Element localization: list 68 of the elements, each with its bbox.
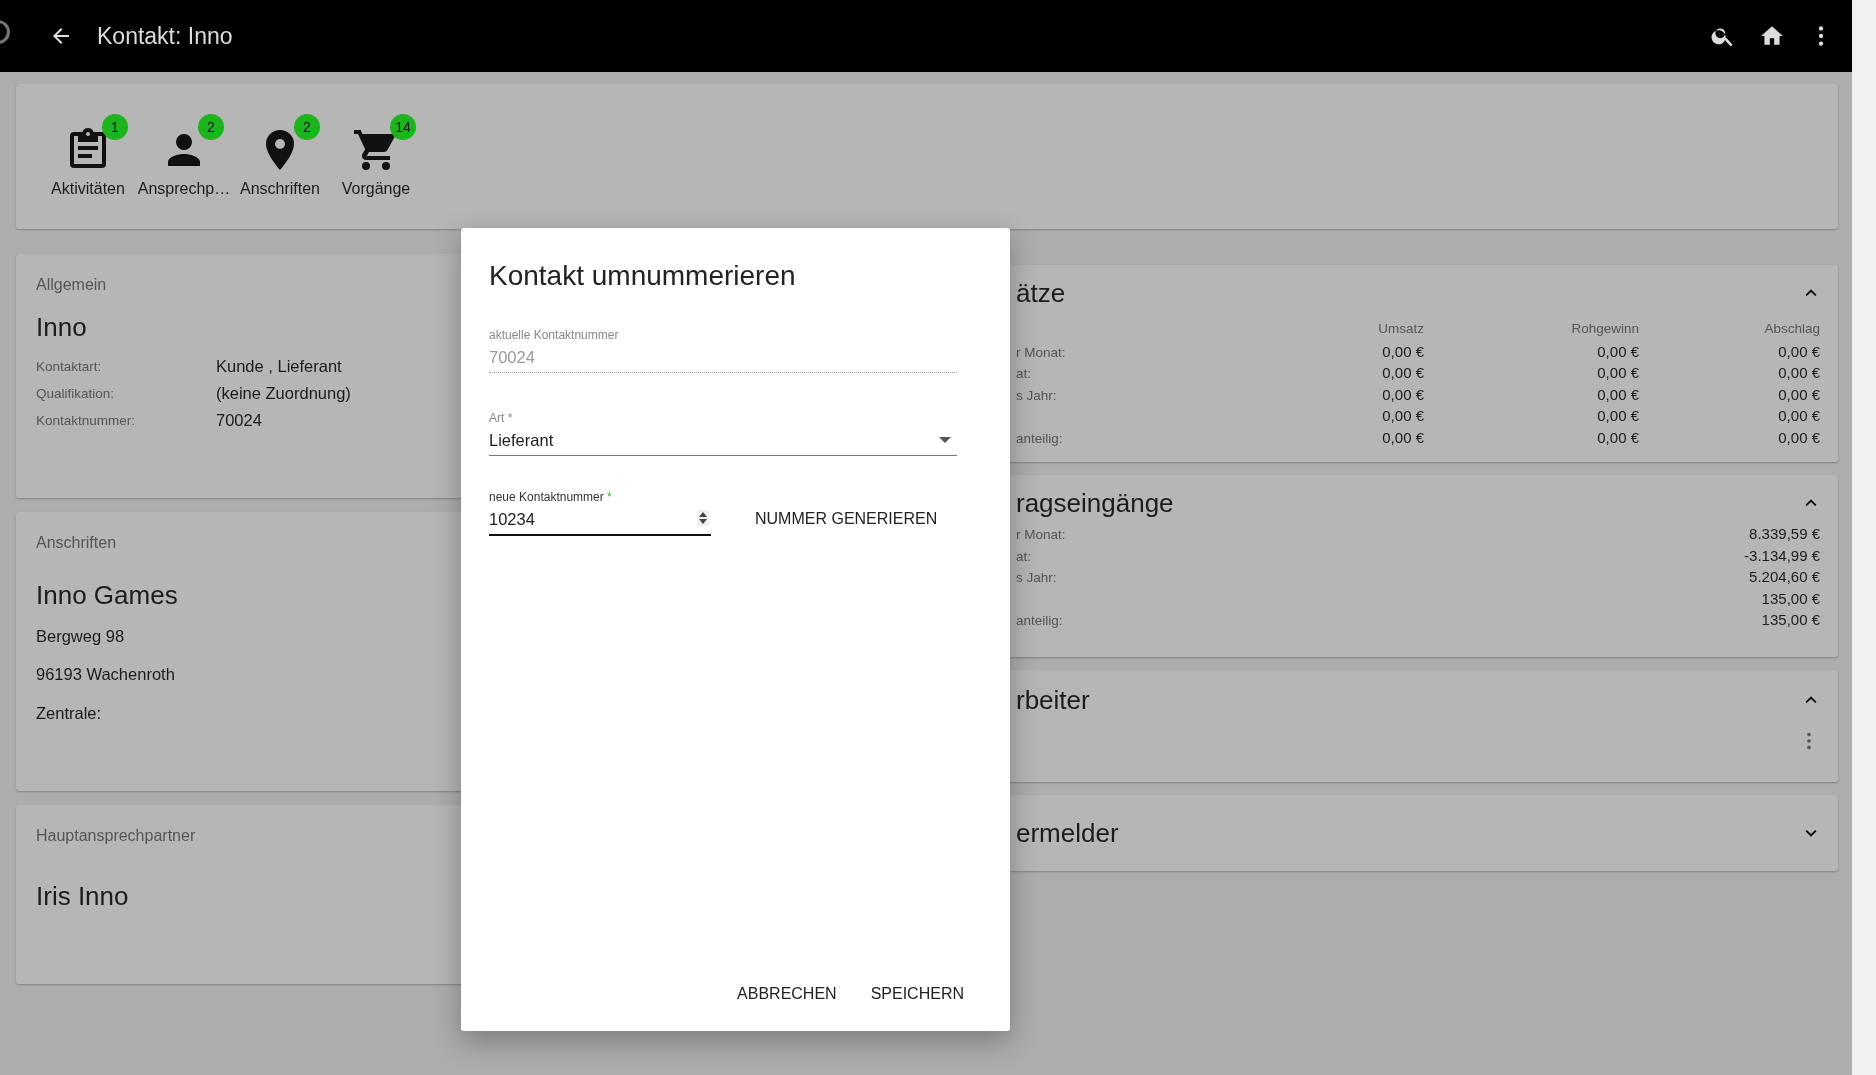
section-heading: Hauptansprechpartner [36, 827, 197, 845]
shortcut-button[interactable]: 1 Aktivitäten [40, 114, 136, 229]
dropdown-arrow-icon [939, 437, 951, 443]
contact-name: Inno [36, 312, 88, 343]
type-select[interactable]: Art * Lieferant [489, 411, 957, 456]
field-value: 70024 [216, 411, 262, 430]
page-title: Kontakt: Inno [97, 22, 233, 50]
row-label: anteilig: [1016, 430, 1063, 446]
table-cell: -3.134,99 € [1744, 546, 1820, 564]
table-cell: 135,00 € [1761, 611, 1820, 628]
field-label: Kontaktnummer: [36, 413, 137, 428]
column-header: Rohgewinn [1570, 321, 1639, 338]
count-badge: 1 [102, 114, 128, 140]
table-cell: 0,00 € [1597, 407, 1639, 424]
generate-number-button[interactable]: NUMMER GENERIEREN [745, 502, 948, 536]
table-cell: 135,00 € [1761, 589, 1820, 607]
current-number-field: aktuelle Kontaktnummer 70024 [489, 328, 957, 373]
table-cell: 8.339,59 € [1749, 525, 1820, 542]
shortcut-button[interactable]: 2 Anschriften [232, 114, 328, 229]
field-value: (keine Zuordnung) [216, 384, 351, 403]
table-cell: 0,00 € [1597, 364, 1639, 381]
contact-name: Iris Inno [36, 881, 130, 912]
panel-title: rbeiter [1016, 684, 1090, 716]
section-heading: Anschriften [36, 534, 118, 552]
address-line: Bergweg 98 [36, 625, 126, 647]
field-label: Qualifikation: [36, 386, 116, 401]
table-cell: 5.204,60 € [1749, 568, 1820, 585]
row-label: r Monat: [1016, 344, 1066, 360]
row-label: s Jahr: [1016, 570, 1057, 585]
table-cell: 0,00 € [1382, 342, 1424, 360]
new-number-field[interactable]: neue Kontaktnummer * 10234 [489, 490, 711, 536]
save-button[interactable]: SPEICHERN [860, 977, 974, 1011]
table-cell: 0,00 € [1597, 428, 1639, 446]
count-badge: 14 [390, 114, 416, 140]
table-cell: 0,00 € [1382, 385, 1424, 403]
address-line: Zentrale: [36, 702, 103, 724]
table-cell: 0,00 € [1382, 364, 1424, 381]
table-cell: 0,00 € [1382, 407, 1424, 424]
panel-title: ragseingänge [1016, 487, 1174, 519]
row-label: r Monat: [1016, 527, 1066, 542]
count-badge: 2 [198, 114, 224, 140]
panel-title: ätze [1016, 277, 1066, 309]
table-cell: 0,00 € [1778, 364, 1820, 381]
column-header: Umsatz [1377, 321, 1424, 338]
count-badge: 2 [294, 114, 320, 140]
row-label: s Jahr: [1016, 387, 1057, 403]
row-label: at: [1016, 366, 1031, 381]
shortcut-button[interactable]: 14 Vorgänge [328, 114, 424, 229]
shortcut-button[interactable]: 2 Ansprechp… [136, 114, 232, 229]
spinner-icon[interactable] [697, 510, 709, 526]
row-label: anteilig: [1016, 613, 1063, 628]
field-value: Kunde , Lieferant [216, 357, 342, 376]
table-cell: 0,00 € [1597, 342, 1639, 360]
table-cell: 0,00 € [1778, 342, 1820, 360]
section-heading: Allgemein [36, 276, 108, 294]
table-cell: 0,00 € [1778, 428, 1820, 446]
panel-title: ermelder [1016, 817, 1119, 849]
address-line: 96193 Wachenroth [36, 664, 176, 686]
table-cell: 0,00 € [1382, 428, 1424, 446]
table-cell: 0,00 € [1778, 407, 1820, 424]
company-name: Inno Games [36, 580, 179, 611]
table-cell: 0,00 € [1597, 385, 1639, 403]
column-header: Abschlag [1763, 321, 1820, 338]
row-label: at: [1016, 548, 1031, 564]
table-cell: 0,00 € [1778, 385, 1820, 403]
field-label: Kontaktart: [36, 359, 103, 374]
dialog-title: Kontakt umnummerieren [489, 260, 797, 292]
cancel-button[interactable]: ABBRECHEN [727, 977, 847, 1011]
